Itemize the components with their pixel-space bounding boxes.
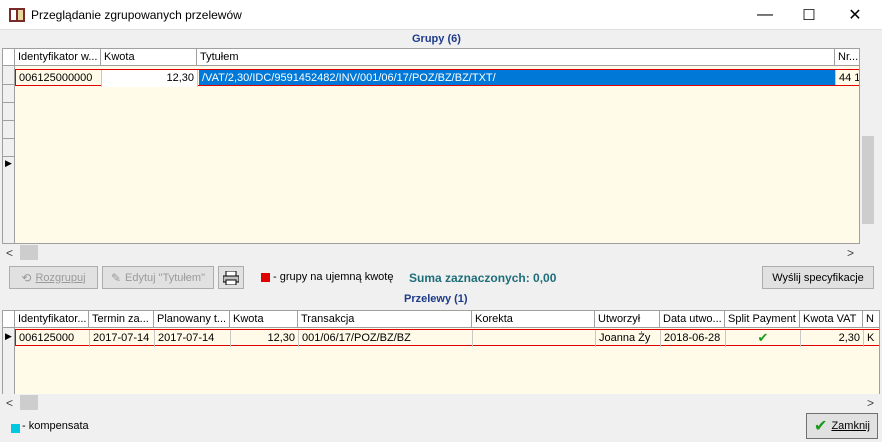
printer-icon [223, 270, 239, 285]
transfers-title: Przelewy (1) [404, 293, 468, 305]
transfer-correction-cell [473, 330, 596, 347]
groups-vertical-scrollbar[interactable] [860, 48, 877, 244]
minimize-icon: — [757, 6, 773, 23]
window-title: Przeglądanie zgrupowanych przelewów [31, 8, 242, 22]
transfer-created-by-cell: Joanna Ży [596, 330, 661, 347]
transfer-n-cell: K [864, 330, 879, 347]
transfers-col-id[interactable]: Identyfikator... [15, 311, 89, 328]
negative-group-legend: - grupy na ujemną kwotę [273, 271, 394, 283]
transfers-row-selector-column: ▶ [3, 328, 15, 394]
compensation-legend-square [11, 424, 20, 433]
selected-sum: Suma zaznaczonych: 0,00 [409, 271, 557, 285]
checkmark-icon: ✔ [814, 418, 828, 435]
scroll-right-icon[interactable]: > [847, 246, 854, 260]
maximize-icon: ☐ [802, 7, 816, 24]
maximize-button[interactable]: ☐ [786, 0, 832, 30]
table-row[interactable]: 006125000 2017-07-14 2017-07-14 12,30 00… [15, 329, 879, 347]
transfer-due-cell: 2017-07-14 [90, 330, 155, 347]
current-row-indicator-icon: ▶ [5, 158, 12, 168]
group-id-cell: 006125000000 [16, 70, 102, 87]
transfers-hscroll-thumb[interactable] [20, 395, 38, 410]
transfers-col-amount[interactable]: Kwota [230, 311, 298, 328]
scroll-left-icon[interactable]: < [6, 246, 13, 260]
transfers-col-split-payment[interactable]: Split Payment [725, 311, 800, 328]
transfer-vat-cell: 2,30 [801, 330, 864, 347]
compensation-legend: - kompensata [22, 420, 89, 432]
close-window-button[interactable]: ✕ [832, 0, 878, 30]
transfers-col-planned[interactable]: Planowany t... [154, 311, 230, 328]
group-title-cell: /VAT/2,30/IDC/9591452482/INV/001/06/17/P… [199, 70, 836, 85]
print-button[interactable] [218, 266, 244, 289]
negative-group-legend-square [261, 273, 270, 282]
current-row-indicator-icon: ▶ [5, 331, 12, 341]
send-specification-button[interactable]: Wyślij specyfikacje [762, 266, 874, 289]
edit-title-button[interactable]: ✎ Edytuj "Tytułem" [102, 266, 214, 289]
transfers-col-n[interactable]: N [863, 311, 879, 328]
scroll-left-icon[interactable]: < [6, 396, 13, 410]
group-amount-cell: 12,30 [102, 70, 198, 87]
transfers-col-vat[interactable]: Kwota VAT [800, 311, 863, 328]
close-icon: ✕ [848, 7, 862, 24]
groups-header-corner [3, 49, 15, 66]
groups-vscroll-thumb[interactable] [862, 136, 874, 224]
app-icon [9, 8, 25, 22]
groups-hscroll-thumb[interactable] [20, 245, 38, 260]
transfers-grid[interactable]: Identyfikator... Termin za... Planowany … [2, 310, 880, 395]
transfer-created-date-cell: 2018-06-28 [661, 330, 726, 347]
groups-horizontal-scrollbar[interactable]: < > [2, 244, 860, 261]
transfers-horizontal-scrollbar[interactable]: < > [2, 394, 880, 411]
edit-icon: ✎ [110, 270, 122, 285]
transfer-amount-cell: 12,30 [231, 330, 299, 347]
groups-col-id[interactable]: Identyfikator w... [15, 49, 101, 66]
transfer-transaction-cell: 001/06/17/POZ/BZ/BZ [299, 330, 473, 347]
ungroup-button[interactable]: ⟲ Rozgrupuj [9, 266, 98, 289]
transfers-col-created-date[interactable]: Data utwo... [660, 311, 725, 328]
close-button[interactable]: ✔ Zamknij [806, 413, 878, 439]
groups-row-selector-column: ▶ [3, 66, 15, 243]
transfers-col-due[interactable]: Termin za... [89, 311, 154, 328]
scroll-right-icon[interactable]: > [867, 396, 874, 410]
minimize-button[interactable]: — [742, 0, 788, 30]
groups-col-nr[interactable]: Nr... [835, 49, 859, 66]
groups-col-title[interactable]: Tytułem [197, 49, 835, 66]
groups-col-amount[interactable]: Kwota [101, 49, 197, 66]
transfers-col-created-by[interactable]: Utworzył [595, 311, 660, 328]
table-row[interactable]: 006125000000 12,30 /VAT/2,30/IDC/9591452… [15, 69, 859, 87]
transfers-header-corner [3, 311, 15, 328]
groups-grid[interactable]: Identyfikator w... Kwota Tytułem Nr... ▶… [2, 48, 860, 244]
ungroup-icon: ⟲ [21, 270, 32, 285]
transfer-id-cell: 006125000 [16, 330, 90, 347]
split-payment-check-icon: ✔ [726, 330, 801, 347]
transfers-col-correction[interactable]: Korekta [472, 311, 595, 328]
transfer-planned-cell: 2017-07-14 [155, 330, 231, 347]
transfers-col-transaction[interactable]: Transakcja [298, 311, 472, 328]
groups-title: Grupy (6) [412, 33, 461, 45]
group-nr-cell: 44 1 [836, 70, 859, 87]
title-bar: Przeglądanie zgrupowanych przelewów — ☐ … [0, 0, 882, 30]
